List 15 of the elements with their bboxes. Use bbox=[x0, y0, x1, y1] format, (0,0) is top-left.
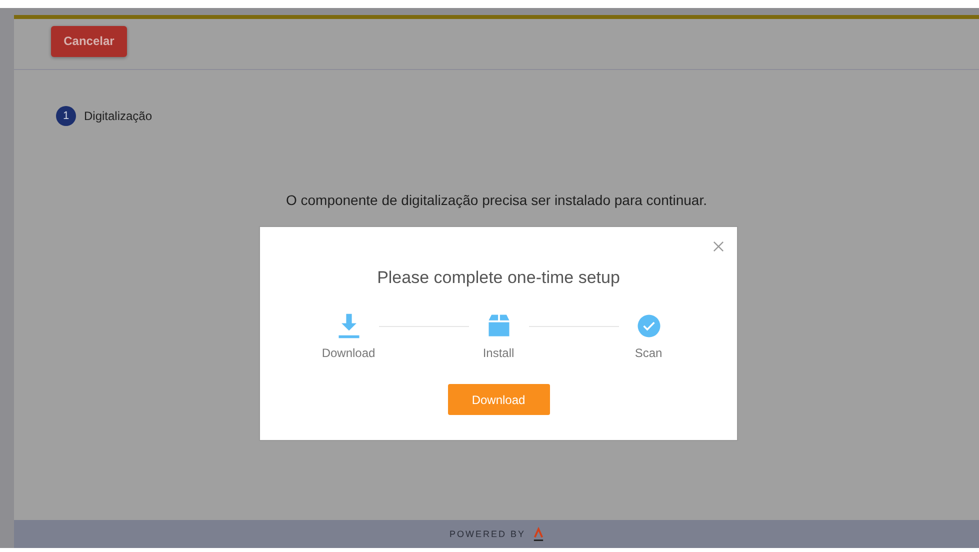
dialog-title: Please complete one-time setup bbox=[377, 268, 620, 288]
download-icon bbox=[338, 314, 359, 338]
step-number: 1 bbox=[56, 106, 76, 126]
check-circle-icon bbox=[637, 314, 660, 338]
step-label: Install bbox=[482, 346, 514, 360]
logo-icon bbox=[532, 526, 544, 542]
message-text: O componente de digitalização precisa ser instalado para continuar. bbox=[286, 192, 708, 208]
step-label: Digitalização bbox=[84, 109, 152, 123]
download-button[interactable]: Download bbox=[448, 384, 550, 415]
box-icon bbox=[488, 314, 509, 336]
step-label: Download bbox=[322, 346, 376, 360]
close-icon[interactable] bbox=[713, 241, 724, 252]
cancel-button[interactable]: Cancelar bbox=[51, 26, 127, 56]
step-label: Scan bbox=[634, 346, 662, 360]
powered-by-text: POWERED BY bbox=[449, 529, 526, 539]
